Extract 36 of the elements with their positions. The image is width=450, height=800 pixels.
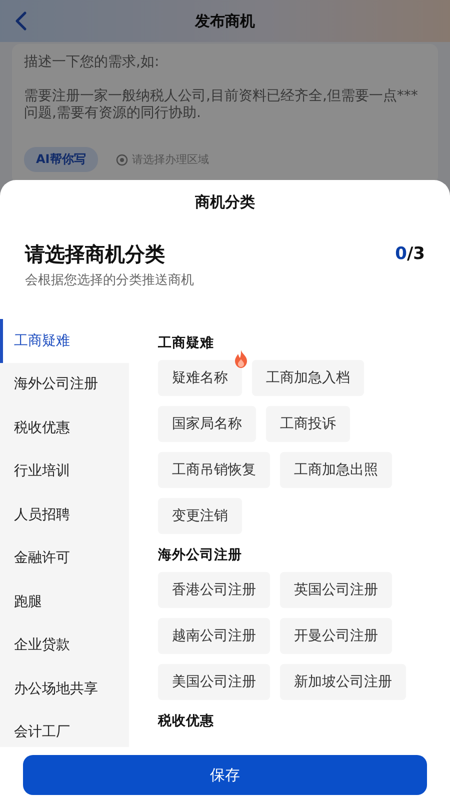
category-item[interactable]: 人员招聘 bbox=[0, 493, 129, 536]
tag-chip[interactable]: 疑难名称 bbox=[158, 360, 242, 396]
tag-chip[interactable]: 工商吊销恢复 bbox=[158, 452, 270, 488]
category-item[interactable]: 工商疑难 bbox=[0, 319, 129, 362]
category-item[interactable]: 会计工厂 bbox=[0, 710, 129, 747]
section-title: 工商疑难 bbox=[158, 334, 215, 353]
selection-counter: 0/3 bbox=[395, 244, 425, 266]
category-item[interactable]: 跑腿 bbox=[0, 580, 129, 624]
hint-text: 需要注册一家一般纳税人公司,目前资料已经齐全,但需要一点***问题,需要有资源的同行协助. bbox=[24, 88, 419, 122]
sheet-title: 商机分类 bbox=[194, 192, 256, 213]
subtitle: 会根据您选择的分类推送商机 bbox=[25, 272, 194, 289]
location-icon bbox=[116, 154, 128, 166]
tag-chip[interactable]: 工商加急出照 bbox=[280, 452, 392, 488]
tag-chip[interactable]: 工商投诉 bbox=[266, 406, 350, 442]
tag-chip[interactable]: 工商加急入档 bbox=[252, 360, 364, 396]
tag-chip[interactable]: 新加坡公司注册 bbox=[280, 664, 406, 700]
hint-text: 描述一下您的需求,如: bbox=[24, 54, 160, 71]
tag-chip[interactable]: 国家局名称 bbox=[158, 406, 256, 442]
tag-chip[interactable]: 英国公司注册 bbox=[280, 572, 392, 608]
heading: 请选择商机分类 bbox=[25, 241, 166, 267]
category-item[interactable]: 办公场地共享 bbox=[0, 667, 129, 710]
section-title: 海外公司注册 bbox=[158, 546, 243, 565]
tag-chip[interactable]: 美国公司注册 bbox=[158, 664, 270, 700]
category-item[interactable]: 行业培训 bbox=[0, 450, 129, 493]
section-title: 税收优惠 bbox=[158, 712, 215, 731]
category-item[interactable]: 金融许可 bbox=[0, 536, 129, 580]
category-item[interactable]: 海外公司注册 bbox=[0, 362, 129, 406]
save-button[interactable]: 保存 bbox=[23, 755, 427, 795]
category-item[interactable]: 税收优惠 bbox=[0, 406, 129, 450]
tag-chip[interactable]: 越南公司注册 bbox=[158, 618, 270, 654]
back-icon[interactable] bbox=[14, 11, 28, 31]
page-title: 发布商机 bbox=[195, 12, 255, 30]
category-item[interactable]: 企业贷款 bbox=[0, 624, 129, 667]
tag-chip[interactable]: 开曼公司注册 bbox=[280, 618, 392, 654]
tag-chip[interactable]: 变更注销 bbox=[158, 498, 242, 534]
tag-chip[interactable]: 香港公司注册 bbox=[158, 572, 270, 608]
